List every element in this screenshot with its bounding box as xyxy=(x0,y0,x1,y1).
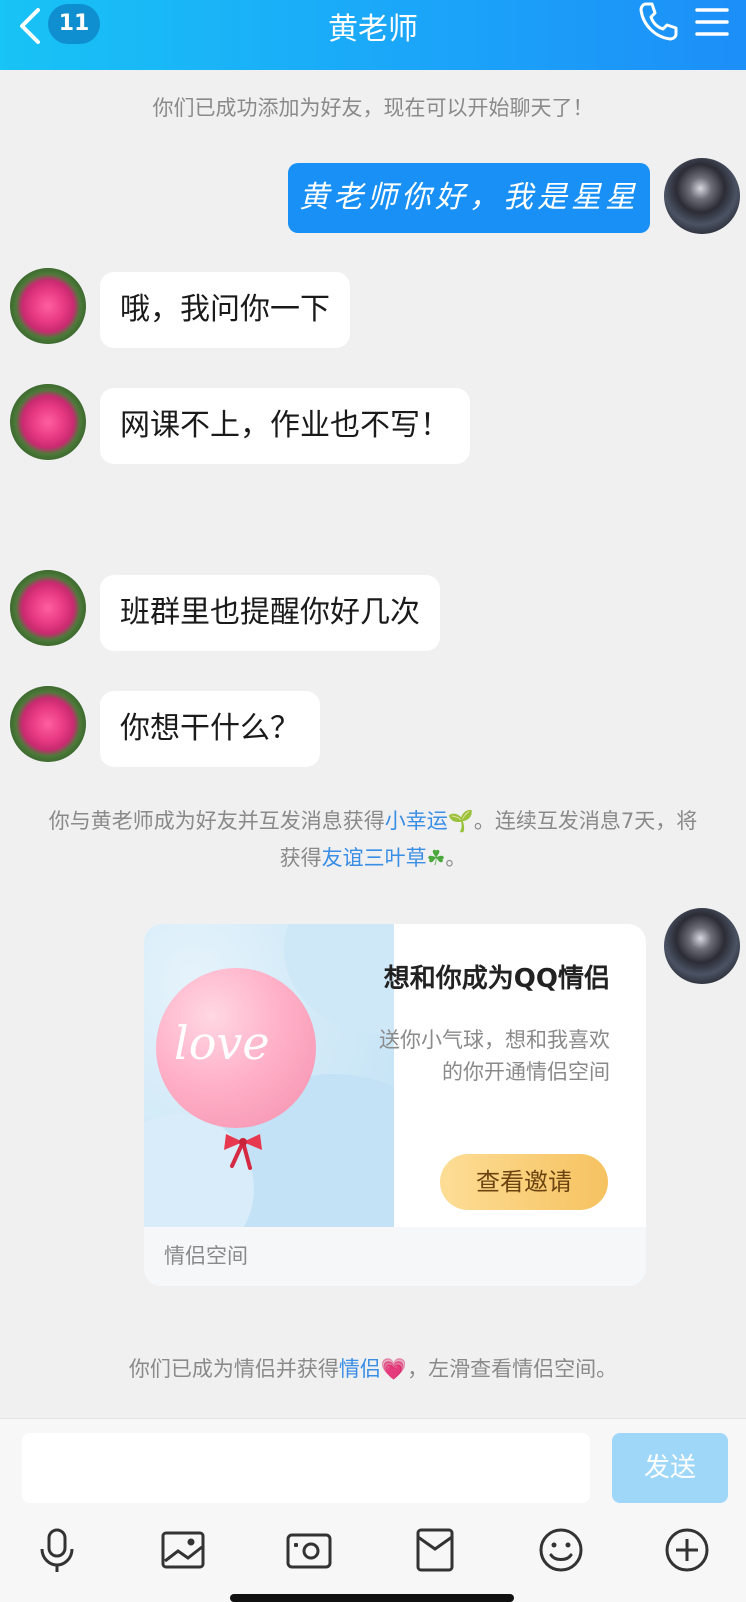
reward-text: 。 xyxy=(445,846,467,870)
teacher-message-bubble[interactable]: 你想干什么？ xyxy=(100,691,320,767)
teacher-avatar[interactable] xyxy=(10,570,86,646)
couple-invite-card[interactable]: love 想和你成为QQ情侣 送你小气球，想和我喜欢的你开通情侣空间 查看邀请 … xyxy=(144,924,646,1286)
my-message-bubble[interactable]: 黄老师你好，我是星星 xyxy=(288,163,650,233)
reward-text: 你与黄老师成为好友并互发消息获得 xyxy=(48,809,385,833)
teacher-avatar[interactable] xyxy=(10,384,86,460)
view-invite-button[interactable]: 查看邀请 xyxy=(440,1154,608,1210)
red-packet-icon[interactable] xyxy=(410,1525,460,1575)
emoji-icon[interactable] xyxy=(536,1525,586,1575)
chat-title: 黄老师 xyxy=(328,12,418,47)
my-avatar[interactable] xyxy=(664,908,740,984)
teacher-avatar[interactable] xyxy=(10,686,86,762)
teacher-avatar[interactable] xyxy=(10,268,86,344)
phone-call-icon[interactable] xyxy=(636,0,678,42)
teacher-message-bubble[interactable]: 哦，我问你一下 xyxy=(100,272,350,348)
invite-card-title: 想和你成为QQ情侣 xyxy=(383,964,610,994)
menu-icon[interactable] xyxy=(694,4,730,40)
couple-text: ，左滑查看情侣空间。 xyxy=(407,1357,618,1381)
chat-header: 11 黄老师 xyxy=(0,0,746,70)
clover-icon: ☘ xyxy=(426,846,446,870)
system-message-couple: 你们已成为情侣并获得情侣💗，左滑查看情侣空间。 xyxy=(0,1351,746,1387)
couple-link[interactable]: 情侣 xyxy=(339,1357,381,1381)
system-message-friend-added: 你们已成功添加为好友，现在可以开始聊天了！ xyxy=(152,96,594,120)
balloon-illustration: love xyxy=(144,924,394,1227)
lucky-link[interactable]: 小幸运 xyxy=(385,809,448,833)
invite-card-footer: 情侣空间 xyxy=(144,1227,646,1286)
couple-text: 你们已成为情侣并获得 xyxy=(128,1357,339,1381)
send-button[interactable]: 发送 xyxy=(612,1433,728,1503)
heart-icon: 💗 xyxy=(380,1357,408,1381)
system-message-friendship-reward: 你与黄老师成为好友并互发消息获得小幸运🌱。连续互发消息7天，将获得友谊三叶草☘。 xyxy=(40,803,706,877)
balloon-love-text: love xyxy=(174,1016,270,1070)
microphone-icon[interactable] xyxy=(32,1525,82,1575)
invite-card-description: 送你小气球，想和我喜欢的你开通情侣空间 xyxy=(379,1028,610,1084)
plus-icon[interactable] xyxy=(662,1525,712,1575)
teacher-message-bubble[interactable]: 班群里也提醒你好几次 xyxy=(100,575,440,651)
message-input[interactable] xyxy=(22,1433,590,1503)
chat-input-bar: 发送 xyxy=(0,1418,746,1602)
image-icon[interactable] xyxy=(158,1525,208,1575)
clover-link[interactable]: 友谊三叶草 xyxy=(322,846,427,870)
home-indicator xyxy=(230,1594,514,1602)
camera-icon[interactable] xyxy=(284,1525,334,1575)
sprout-icon: 🌱 xyxy=(447,809,474,833)
teacher-message-bubble[interactable]: 网课不上，作业也不写！ xyxy=(100,388,470,464)
ribbon-bow-icon xyxy=(224,1134,262,1170)
my-avatar[interactable] xyxy=(664,158,740,234)
